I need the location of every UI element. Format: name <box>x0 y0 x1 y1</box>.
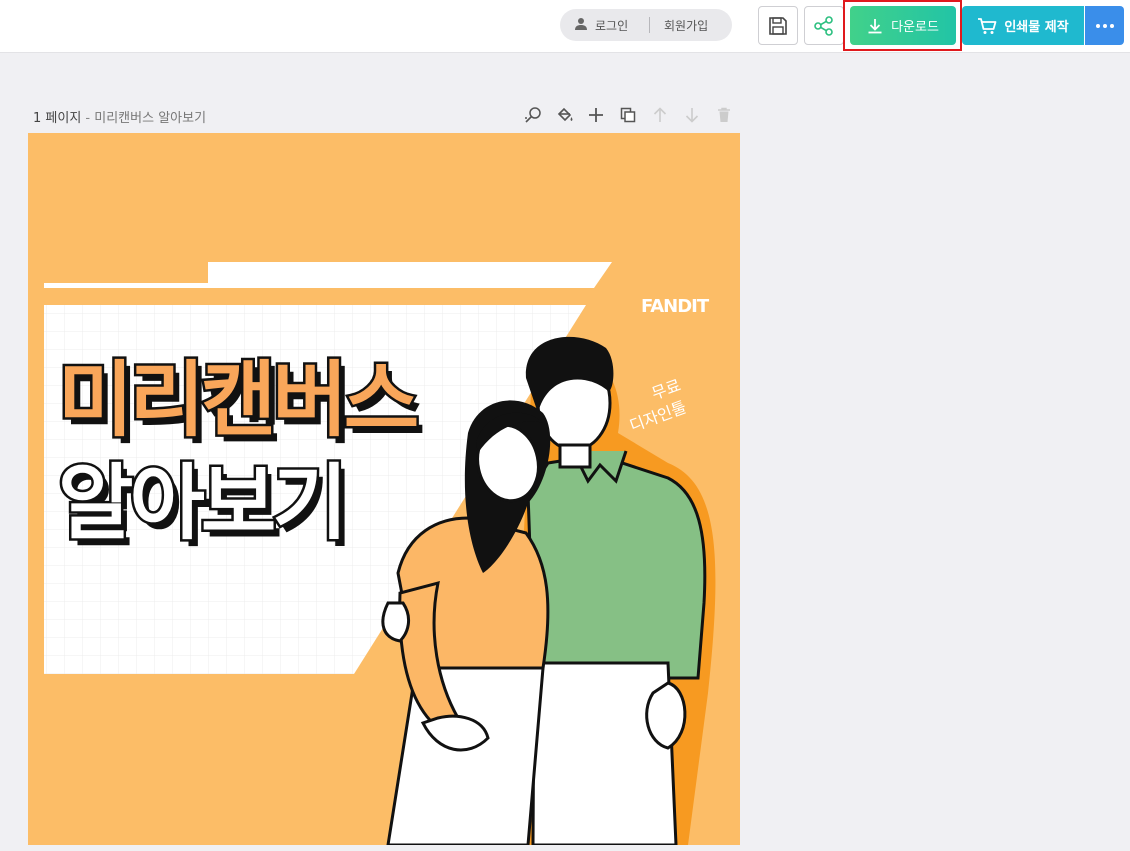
man-arm-hug <box>381 601 411 643</box>
user-icon <box>575 18 587 30</box>
save-icon <box>769 16 787 35</box>
share-icon <box>814 15 833 36</box>
more-options-button[interactable] <box>1085 6 1124 45</box>
download-label: 다운로드 <box>891 20 939 35</box>
print-order-button[interactable]: 인쇄물 제작 <box>962 6 1084 45</box>
move-page-up-button[interactable] <box>649 104 671 126</box>
delete-page-button[interactable] <box>713 104 735 126</box>
trash-icon <box>718 107 730 122</box>
page-name: 미리캔버스 알아보기 <box>94 111 207 126</box>
man-neck <box>558 443 592 469</box>
arrow-up-icon <box>653 107 667 122</box>
signup-link[interactable]: 회원가입 <box>664 17 708 34</box>
canvas-title-line1: 미리캔버스 <box>55 353 421 448</box>
woman-skirt <box>386 666 545 845</box>
canvas-title-line2: 알아보기 <box>56 456 351 551</box>
add-page-button[interactable] <box>585 104 607 126</box>
save-button[interactable] <box>758 6 798 45</box>
page-title-separator: - <box>81 111 95 126</box>
design-canvas[interactable]: 미리캔버스 알아보기 FANDIT 무료 디자인툴 <box>28 133 740 845</box>
animation-tool-button[interactable] <box>522 104 544 126</box>
auth-pill: 로그인 회원가입 <box>560 9 732 41</box>
white-stripe-top <box>44 262 612 288</box>
more-dots-icon <box>1095 23 1114 28</box>
cart-icon <box>978 17 997 34</box>
auth-divider <box>649 17 650 33</box>
top-toolbar: 로그인 회원가입 다운로드 인쇄물 제작 <box>0 0 1130 53</box>
copy-icon <box>620 107 636 123</box>
share-button[interactable] <box>804 6 844 45</box>
page-number: 1 페이지 <box>33 111 82 126</box>
login-link[interactable]: 로그인 <box>595 17 628 34</box>
plus-icon <box>589 108 603 122</box>
man-shirt <box>526 453 707 680</box>
brand-logo: FANDIT <box>641 296 709 317</box>
arrow-down-icon <box>685 108 699 123</box>
print-order-label: 인쇄물 제작 <box>1004 20 1069 35</box>
magic-wand-icon <box>525 107 541 123</box>
download-button[interactable]: 다운로드 <box>850 6 956 45</box>
page-title: 1 페이지 - 미리캔버스 알아보기 <box>33 107 206 126</box>
background-fill-button[interactable] <box>554 104 576 126</box>
man-right-hand <box>645 681 687 750</box>
move-page-down-button[interactable] <box>681 104 703 126</box>
paint-bucket-icon <box>557 107 573 122</box>
duplicate-page-button[interactable] <box>617 104 639 126</box>
download-icon <box>868 18 882 33</box>
